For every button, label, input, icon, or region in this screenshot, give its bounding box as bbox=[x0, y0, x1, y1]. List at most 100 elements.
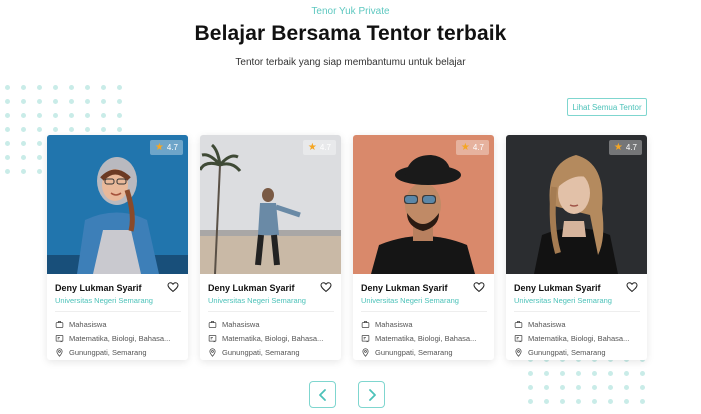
decorative-dot bbox=[576, 371, 581, 376]
decorative-dot bbox=[624, 371, 629, 376]
rating-value: 4.7 bbox=[625, 143, 637, 152]
tutor-location: Gunungpati, Semarang bbox=[375, 347, 453, 357]
decorative-dot bbox=[53, 85, 58, 90]
tutor-role: Mahasiswa bbox=[375, 319, 413, 329]
chevron-right-icon bbox=[368, 388, 376, 401]
briefcase-icon bbox=[55, 320, 64, 328]
briefcase-icon bbox=[361, 320, 370, 328]
tutor-university: Universitas Negeri Semarang bbox=[208, 296, 306, 305]
chevron-left-icon bbox=[318, 388, 326, 401]
decorative-dot bbox=[85, 127, 90, 132]
decorative-dot bbox=[21, 99, 26, 104]
decorative-dot bbox=[640, 385, 645, 390]
decorative-dot bbox=[101, 85, 106, 90]
tutor-photo: ★ 4.7 bbox=[47, 135, 188, 274]
decorative-dot bbox=[21, 113, 26, 118]
decorative-dot bbox=[640, 399, 645, 404]
decorative-dot bbox=[37, 127, 42, 132]
divider bbox=[361, 311, 487, 312]
map-pin-icon bbox=[56, 347, 63, 357]
decorative-dot bbox=[21, 141, 26, 146]
decorative-dot bbox=[560, 371, 565, 376]
tutor-card[interactable]: ★ 4.7 Deny Lukman Syarif Universitas Neg… bbox=[47, 135, 188, 360]
tutor-subjects: Matematika, Biologi, Bahasa... bbox=[528, 333, 630, 343]
decorative-dot bbox=[21, 127, 26, 132]
decorative-dot bbox=[5, 155, 10, 160]
decorative-dot bbox=[69, 113, 74, 118]
rating-badge: ★ 4.7 bbox=[302, 140, 336, 155]
rating-badge: ★ 4.7 bbox=[149, 140, 183, 155]
tutor-location: Gunungpati, Semarang bbox=[69, 347, 147, 357]
tutor-role-row: Mahasiswa bbox=[208, 317, 334, 331]
decorative-dot bbox=[544, 371, 549, 376]
decorative-dot bbox=[85, 113, 90, 118]
heart-icon[interactable] bbox=[626, 281, 638, 293]
decorative-dot bbox=[53, 113, 58, 118]
section-title: Belajar Bersama Tentor terbaik bbox=[194, 22, 507, 45]
tutor-card[interactable]: ★ 4.7 Deny Lukman Syarif Universitas Neg… bbox=[353, 135, 494, 360]
decorative-dot bbox=[5, 169, 10, 174]
tutor-photo: ★ 4.7 bbox=[200, 135, 341, 274]
tutor-location-row: Gunungpati, Semarang bbox=[361, 345, 487, 359]
tutor-role: Mahasiswa bbox=[222, 319, 260, 329]
divider bbox=[514, 311, 640, 312]
tutor-card[interactable]: ★ 4.7 Deny Lukman Syarif Universitas Neg… bbox=[506, 135, 647, 360]
tutor-location-row: Gunungpati, Semarang bbox=[55, 345, 181, 359]
map-pin-icon bbox=[209, 347, 216, 357]
see-all-tutors-button[interactable]: Lihat Semua Tentor bbox=[567, 98, 647, 116]
rating-value: 4.7 bbox=[472, 143, 484, 152]
decorative-dot bbox=[69, 99, 74, 104]
decorative-dot bbox=[608, 371, 613, 376]
decorative-dot bbox=[37, 85, 42, 90]
section-eyebrow: Tenor Yuk Private bbox=[311, 6, 390, 17]
decorative-dot bbox=[5, 99, 10, 104]
rating-badge: ★ 4.7 bbox=[608, 140, 642, 155]
decorative-dot bbox=[5, 85, 10, 90]
decorative-dot bbox=[576, 385, 581, 390]
decorative-dot bbox=[624, 399, 629, 404]
decorative-dot bbox=[21, 169, 26, 174]
tutor-photo: ★ 4.7 bbox=[506, 135, 647, 274]
decorative-dot bbox=[608, 399, 613, 404]
decorative-dot bbox=[560, 399, 565, 404]
tutor-role: Mahasiswa bbox=[69, 319, 107, 329]
decorative-dot bbox=[576, 399, 581, 404]
tutor-university: Universitas Negeri Semarang bbox=[514, 296, 612, 305]
decorative-dot bbox=[5, 113, 10, 118]
heart-icon[interactable] bbox=[320, 281, 332, 293]
decorative-dot bbox=[69, 85, 74, 90]
book-icon bbox=[208, 334, 217, 342]
tutor-photo: ★ 4.7 bbox=[353, 135, 494, 274]
decorative-dot bbox=[560, 385, 565, 390]
rating-value: 4.7 bbox=[166, 143, 178, 152]
book-icon bbox=[55, 334, 64, 342]
divider bbox=[55, 311, 181, 312]
tutor-name: Deny Lukman Syarif bbox=[514, 283, 601, 293]
heart-icon[interactable] bbox=[167, 281, 179, 293]
decorative-dot bbox=[85, 99, 90, 104]
decorative-dot bbox=[117, 99, 122, 104]
tutor-role-row: Mahasiswa bbox=[514, 317, 640, 331]
decorative-dot bbox=[37, 169, 42, 174]
tutor-subjects: Matematika, Biologi, Bahasa... bbox=[222, 333, 324, 343]
decorative-dot bbox=[21, 85, 26, 90]
decorative-dot bbox=[101, 113, 106, 118]
tutor-subjects-row: Matematika, Biologi, Bahasa... bbox=[55, 331, 181, 345]
divider bbox=[208, 311, 334, 312]
tutor-location-row: Gunungpati, Semarang bbox=[514, 345, 640, 359]
decorative-dot bbox=[592, 371, 597, 376]
star-icon: ★ bbox=[613, 141, 623, 153]
decorative-dot bbox=[544, 385, 549, 390]
tutor-subjects: Matematika, Biologi, Bahasa... bbox=[375, 333, 477, 343]
decorative-dot bbox=[528, 371, 533, 376]
tutor-role: Mahasiswa bbox=[528, 319, 566, 329]
carousel-next-button[interactable] bbox=[358, 381, 385, 408]
decorative-dot bbox=[624, 385, 629, 390]
carousel-prev-button[interactable] bbox=[309, 381, 336, 408]
heart-icon[interactable] bbox=[473, 281, 485, 293]
decorative-dot bbox=[5, 141, 10, 146]
decorative-dot-grid-right bbox=[528, 357, 645, 404]
tutor-card[interactable]: ★ 4.7 Deny Lukman Syarif Universitas Neg… bbox=[200, 135, 341, 360]
star-icon: ★ bbox=[154, 141, 164, 153]
decorative-dot bbox=[608, 385, 613, 390]
